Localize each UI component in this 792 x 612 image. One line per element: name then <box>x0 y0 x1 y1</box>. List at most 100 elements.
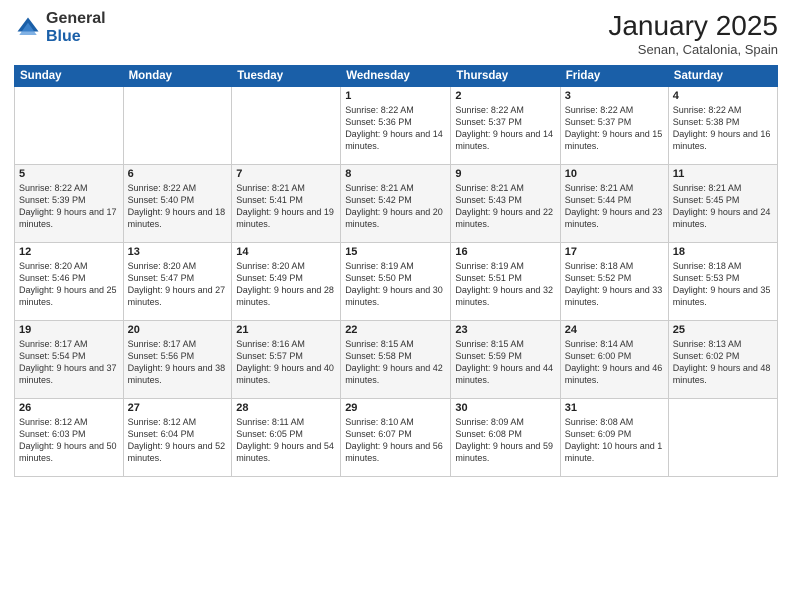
weekday-header-wednesday: Wednesday <box>341 66 451 87</box>
day-info: Sunrise: 8:22 AMSunset: 5:39 PMDaylight:… <box>19 182 119 231</box>
day-info: Sunrise: 8:18 AMSunset: 5:52 PMDaylight:… <box>565 260 664 309</box>
weekday-header-thursday: Thursday <box>451 66 560 87</box>
day-info: Sunrise: 8:11 AMSunset: 6:05 PMDaylight:… <box>236 416 336 465</box>
logo-icon <box>14 14 42 42</box>
day-cell: 2 Sunrise: 8:22 AMSunset: 5:37 PMDaylight… <box>451 87 560 165</box>
day-number: 8 <box>345 168 446 180</box>
day-number: 2 <box>455 90 555 102</box>
day-info: Sunrise: 8:16 AMSunset: 5:57 PMDaylight:… <box>236 338 336 387</box>
day-number: 16 <box>455 246 555 258</box>
header: General Blue January 2025 Senan, Catalon… <box>14 10 778 57</box>
day-number: 12 <box>19 246 119 258</box>
day-cell: 5Sunrise: 8:22 AMSunset: 5:39 PMDaylight… <box>15 165 124 243</box>
day-number: 25 <box>673 324 773 336</box>
day-cell <box>232 87 341 165</box>
week-row-2: 5Sunrise: 8:22 AMSunset: 5:39 PMDaylight… <box>15 165 778 243</box>
day-info: Sunrise: 8:20 AMSunset: 5:49 PMDaylight:… <box>236 260 336 309</box>
logo: General Blue <box>14 10 106 45</box>
calendar-page: General Blue January 2025 Senan, Catalon… <box>0 0 792 612</box>
calendar-table: SundayMondayTuesdayWednesdayThursdayFrid… <box>14 65 778 477</box>
day-info: Sunrise: 8:21 AMSunset: 5:44 PMDaylight:… <box>565 182 664 231</box>
week-row-1: 1 Sunrise: 8:22 AMSunset: 5:36 PMDaylight… <box>15 87 778 165</box>
day-cell: 18 Sunrise: 8:18 AMSunset: 5:53 PMDayligh… <box>668 243 777 321</box>
day-info: Sunrise: 8:15 AMSunset: 5:59 PMDaylight:… <box>455 338 555 387</box>
day-number: 29 <box>345 402 446 414</box>
day-info: Sunrise: 8:19 AMSunset: 5:51 PMDaylight:… <box>455 260 555 309</box>
day-info: Sunrise: 8:21 AMSunset: 5:43 PMDaylight:… <box>455 182 555 231</box>
location-subtitle: Senan, Catalonia, Spain <box>608 42 778 57</box>
day-cell: 21Sunrise: 8:16 AMSunset: 5:57 PMDayligh… <box>232 321 341 399</box>
day-cell: 23 Sunrise: 8:15 AMSunset: 5:59 PMDayligh… <box>451 321 560 399</box>
day-info: Sunrise: 8:22 AMSunset: 5:38 PMDaylight:… <box>673 104 773 153</box>
day-info: Sunrise: 8:17 AMSunset: 5:54 PMDaylight:… <box>19 338 119 387</box>
day-number: 13 <box>128 246 228 258</box>
day-number: 30 <box>455 402 555 414</box>
day-cell: 4 Sunrise: 8:22 AMSunset: 5:38 PMDaylight… <box>668 87 777 165</box>
day-number: 19 <box>19 324 119 336</box>
day-cell: 26Sunrise: 8:12 AMSunset: 6:03 PMDayligh… <box>15 399 124 477</box>
day-number: 22 <box>345 324 446 336</box>
day-cell: 20 Sunrise: 8:17 AMSunset: 5:56 PMDayligh… <box>123 321 232 399</box>
day-info: Sunrise: 8:20 AMSunset: 5:46 PMDaylight:… <box>19 260 119 309</box>
day-number: 1 <box>345 90 446 102</box>
day-info: Sunrise: 8:15 AMSunset: 5:58 PMDaylight:… <box>345 338 446 387</box>
weekday-header-saturday: Saturday <box>668 66 777 87</box>
day-number: 3 <box>565 90 664 102</box>
day-cell: 13 Sunrise: 8:20 AMSunset: 5:47 PMDayligh… <box>123 243 232 321</box>
day-info: Sunrise: 8:22 AMSunset: 5:36 PMDaylight:… <box>345 104 446 153</box>
day-info: Sunrise: 8:18 AMSunset: 5:53 PMDaylight:… <box>673 260 773 309</box>
day-info: Sunrise: 8:13 AMSunset: 6:02 PMDaylight:… <box>673 338 773 387</box>
week-row-4: 19 Sunrise: 8:17 AMSunset: 5:54 PMDayligh… <box>15 321 778 399</box>
day-number: 14 <box>236 246 336 258</box>
day-cell: 28 Sunrise: 8:11 AMSunset: 6:05 PMDayligh… <box>232 399 341 477</box>
day-number: 28 <box>236 402 336 414</box>
day-cell: 31 Sunrise: 8:08 AMSunset: 6:09 PMDayligh… <box>560 399 668 477</box>
day-cell: 8Sunrise: 8:21 AMSunset: 5:42 PMDaylight… <box>341 165 451 243</box>
day-info: Sunrise: 8:09 AMSunset: 6:08 PMDaylight:… <box>455 416 555 465</box>
day-number: 15 <box>345 246 446 258</box>
month-title: January 2025 <box>608 10 778 42</box>
day-number: 6 <box>128 168 228 180</box>
day-cell: 15 Sunrise: 8:19 AMSunset: 5:50 PMDayligh… <box>341 243 451 321</box>
day-info: Sunrise: 8:12 AMSunset: 6:03 PMDaylight:… <box>19 416 119 465</box>
day-info: Sunrise: 8:22 AMSunset: 5:40 PMDaylight:… <box>128 182 228 231</box>
day-info: Sunrise: 8:12 AMSunset: 6:04 PMDaylight:… <box>128 416 228 465</box>
day-info: Sunrise: 8:08 AMSunset: 6:09 PMDaylight:… <box>565 416 664 465</box>
day-cell: 30 Sunrise: 8:09 AMSunset: 6:08 PMDayligh… <box>451 399 560 477</box>
logo-general: General <box>46 10 106 28</box>
day-info: Sunrise: 8:19 AMSunset: 5:50 PMDaylight:… <box>345 260 446 309</box>
day-cell: 29Sunrise: 8:10 AMSunset: 6:07 PMDayligh… <box>341 399 451 477</box>
day-cell: 1 Sunrise: 8:22 AMSunset: 5:36 PMDaylight… <box>341 87 451 165</box>
day-number: 10 <box>565 168 664 180</box>
day-cell: 3Sunrise: 8:22 AMSunset: 5:37 PMDaylight… <box>560 87 668 165</box>
day-cell: 16 Sunrise: 8:19 AMSunset: 5:51 PMDayligh… <box>451 243 560 321</box>
title-block: January 2025 Senan, Catalonia, Spain <box>608 10 778 57</box>
weekday-header-friday: Friday <box>560 66 668 87</box>
week-row-3: 12 Sunrise: 8:20 AMSunset: 5:46 PMDayligh… <box>15 243 778 321</box>
day-cell: 19 Sunrise: 8:17 AMSunset: 5:54 PMDayligh… <box>15 321 124 399</box>
day-number: 23 <box>455 324 555 336</box>
day-number: 4 <box>673 90 773 102</box>
day-number: 31 <box>565 402 664 414</box>
day-cell <box>15 87 124 165</box>
day-cell: 7Sunrise: 8:21 AMSunset: 5:41 PMDaylight… <box>232 165 341 243</box>
day-info: Sunrise: 8:17 AMSunset: 5:56 PMDaylight:… <box>128 338 228 387</box>
weekday-header-sunday: Sunday <box>15 66 124 87</box>
day-cell: 22 Sunrise: 8:15 AMSunset: 5:58 PMDayligh… <box>341 321 451 399</box>
weekday-header-row: SundayMondayTuesdayWednesdayThursdayFrid… <box>15 66 778 87</box>
logo-blue: Blue <box>46 28 106 46</box>
day-info: Sunrise: 8:22 AMSunset: 5:37 PMDaylight:… <box>455 104 555 153</box>
day-info: Sunrise: 8:21 AMSunset: 5:45 PMDaylight:… <box>673 182 773 231</box>
day-cell <box>123 87 232 165</box>
day-number: 24 <box>565 324 664 336</box>
day-number: 18 <box>673 246 773 258</box>
day-number: 11 <box>673 168 773 180</box>
day-cell: 6 Sunrise: 8:22 AMSunset: 5:40 PMDaylight… <box>123 165 232 243</box>
weekday-header-tuesday: Tuesday <box>232 66 341 87</box>
day-info: Sunrise: 8:20 AMSunset: 5:47 PMDaylight:… <box>128 260 228 309</box>
day-number: 9 <box>455 168 555 180</box>
day-info: Sunrise: 8:14 AMSunset: 6:00 PMDaylight:… <box>565 338 664 387</box>
day-number: 20 <box>128 324 228 336</box>
week-row-5: 26Sunrise: 8:12 AMSunset: 6:03 PMDayligh… <box>15 399 778 477</box>
day-cell: 10 Sunrise: 8:21 AMSunset: 5:44 PMDayligh… <box>560 165 668 243</box>
